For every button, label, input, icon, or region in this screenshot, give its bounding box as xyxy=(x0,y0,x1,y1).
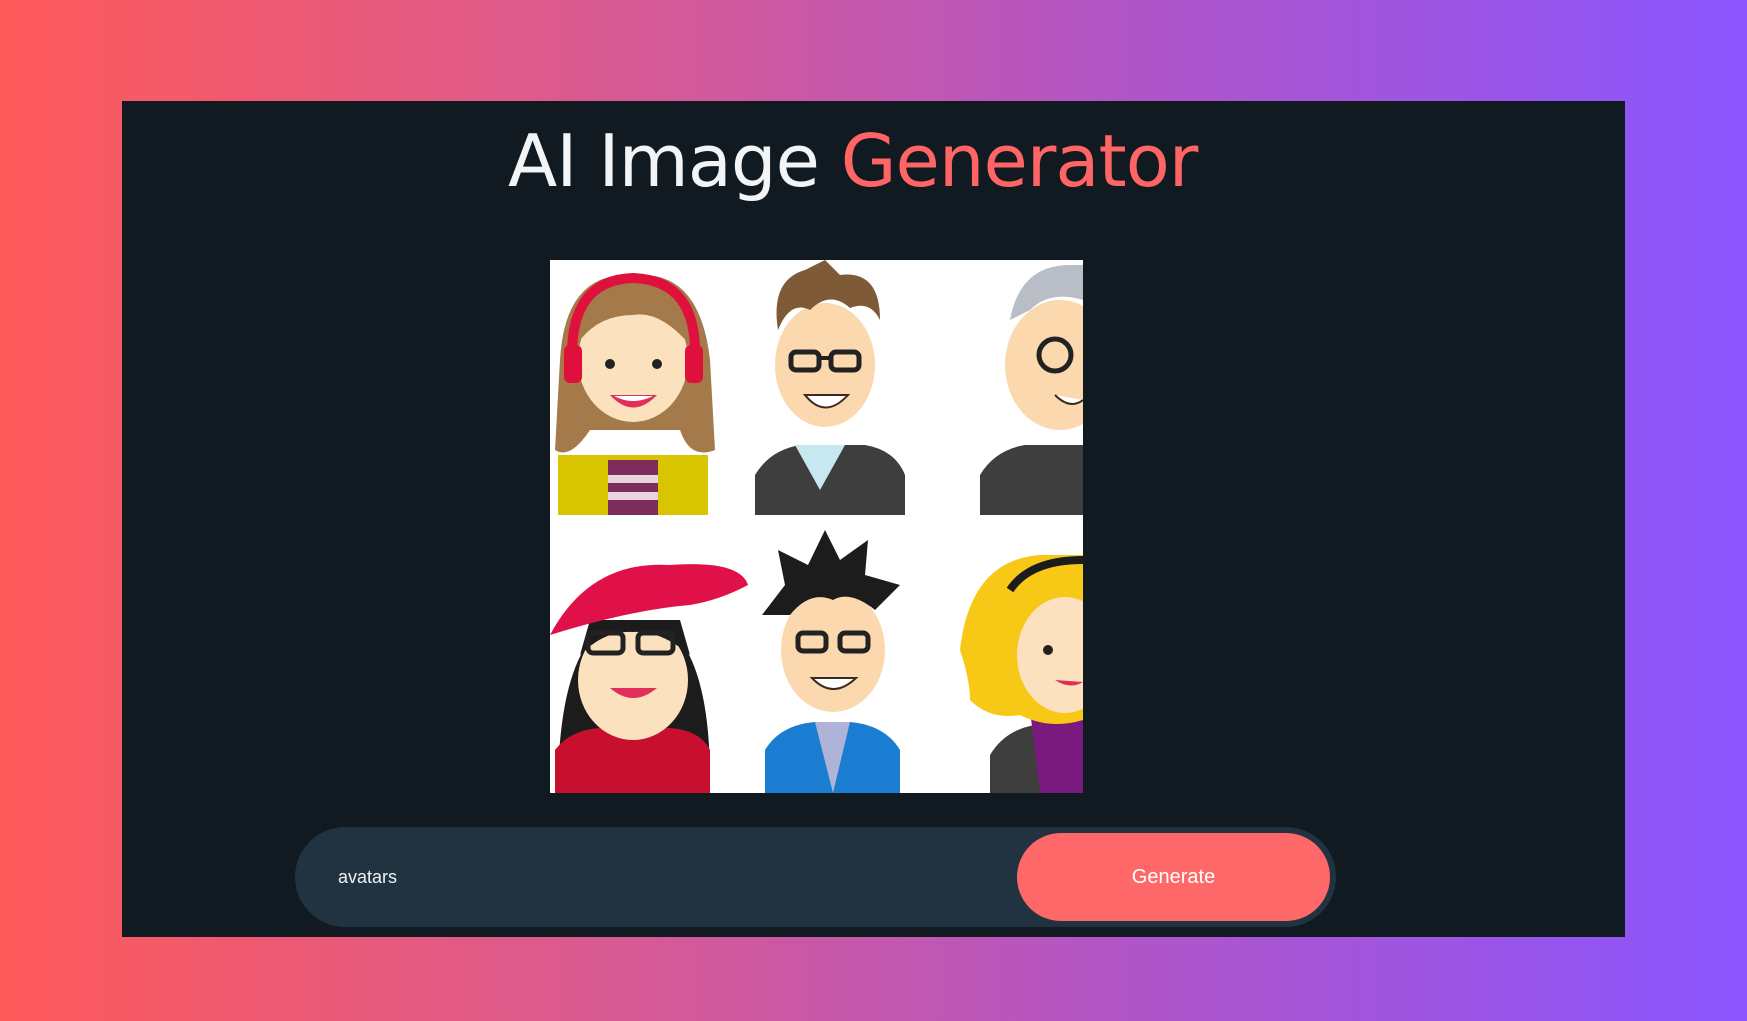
generated-image xyxy=(550,260,1083,793)
title-main: AI Image xyxy=(508,119,841,203)
avatar-headphones-girl xyxy=(555,272,715,515)
avatars-illustration xyxy=(550,260,1083,793)
generate-button[interactable]: Generate xyxy=(1017,833,1330,921)
prompt-input[interactable] xyxy=(295,827,995,927)
title-accent: Generator xyxy=(840,119,1199,203)
app-window: AI Image Generator avatars Generate xyxy=(122,101,1625,937)
page-title: AI Image Generator xyxy=(122,119,1625,203)
prompt-bar: Generate xyxy=(295,827,1336,927)
